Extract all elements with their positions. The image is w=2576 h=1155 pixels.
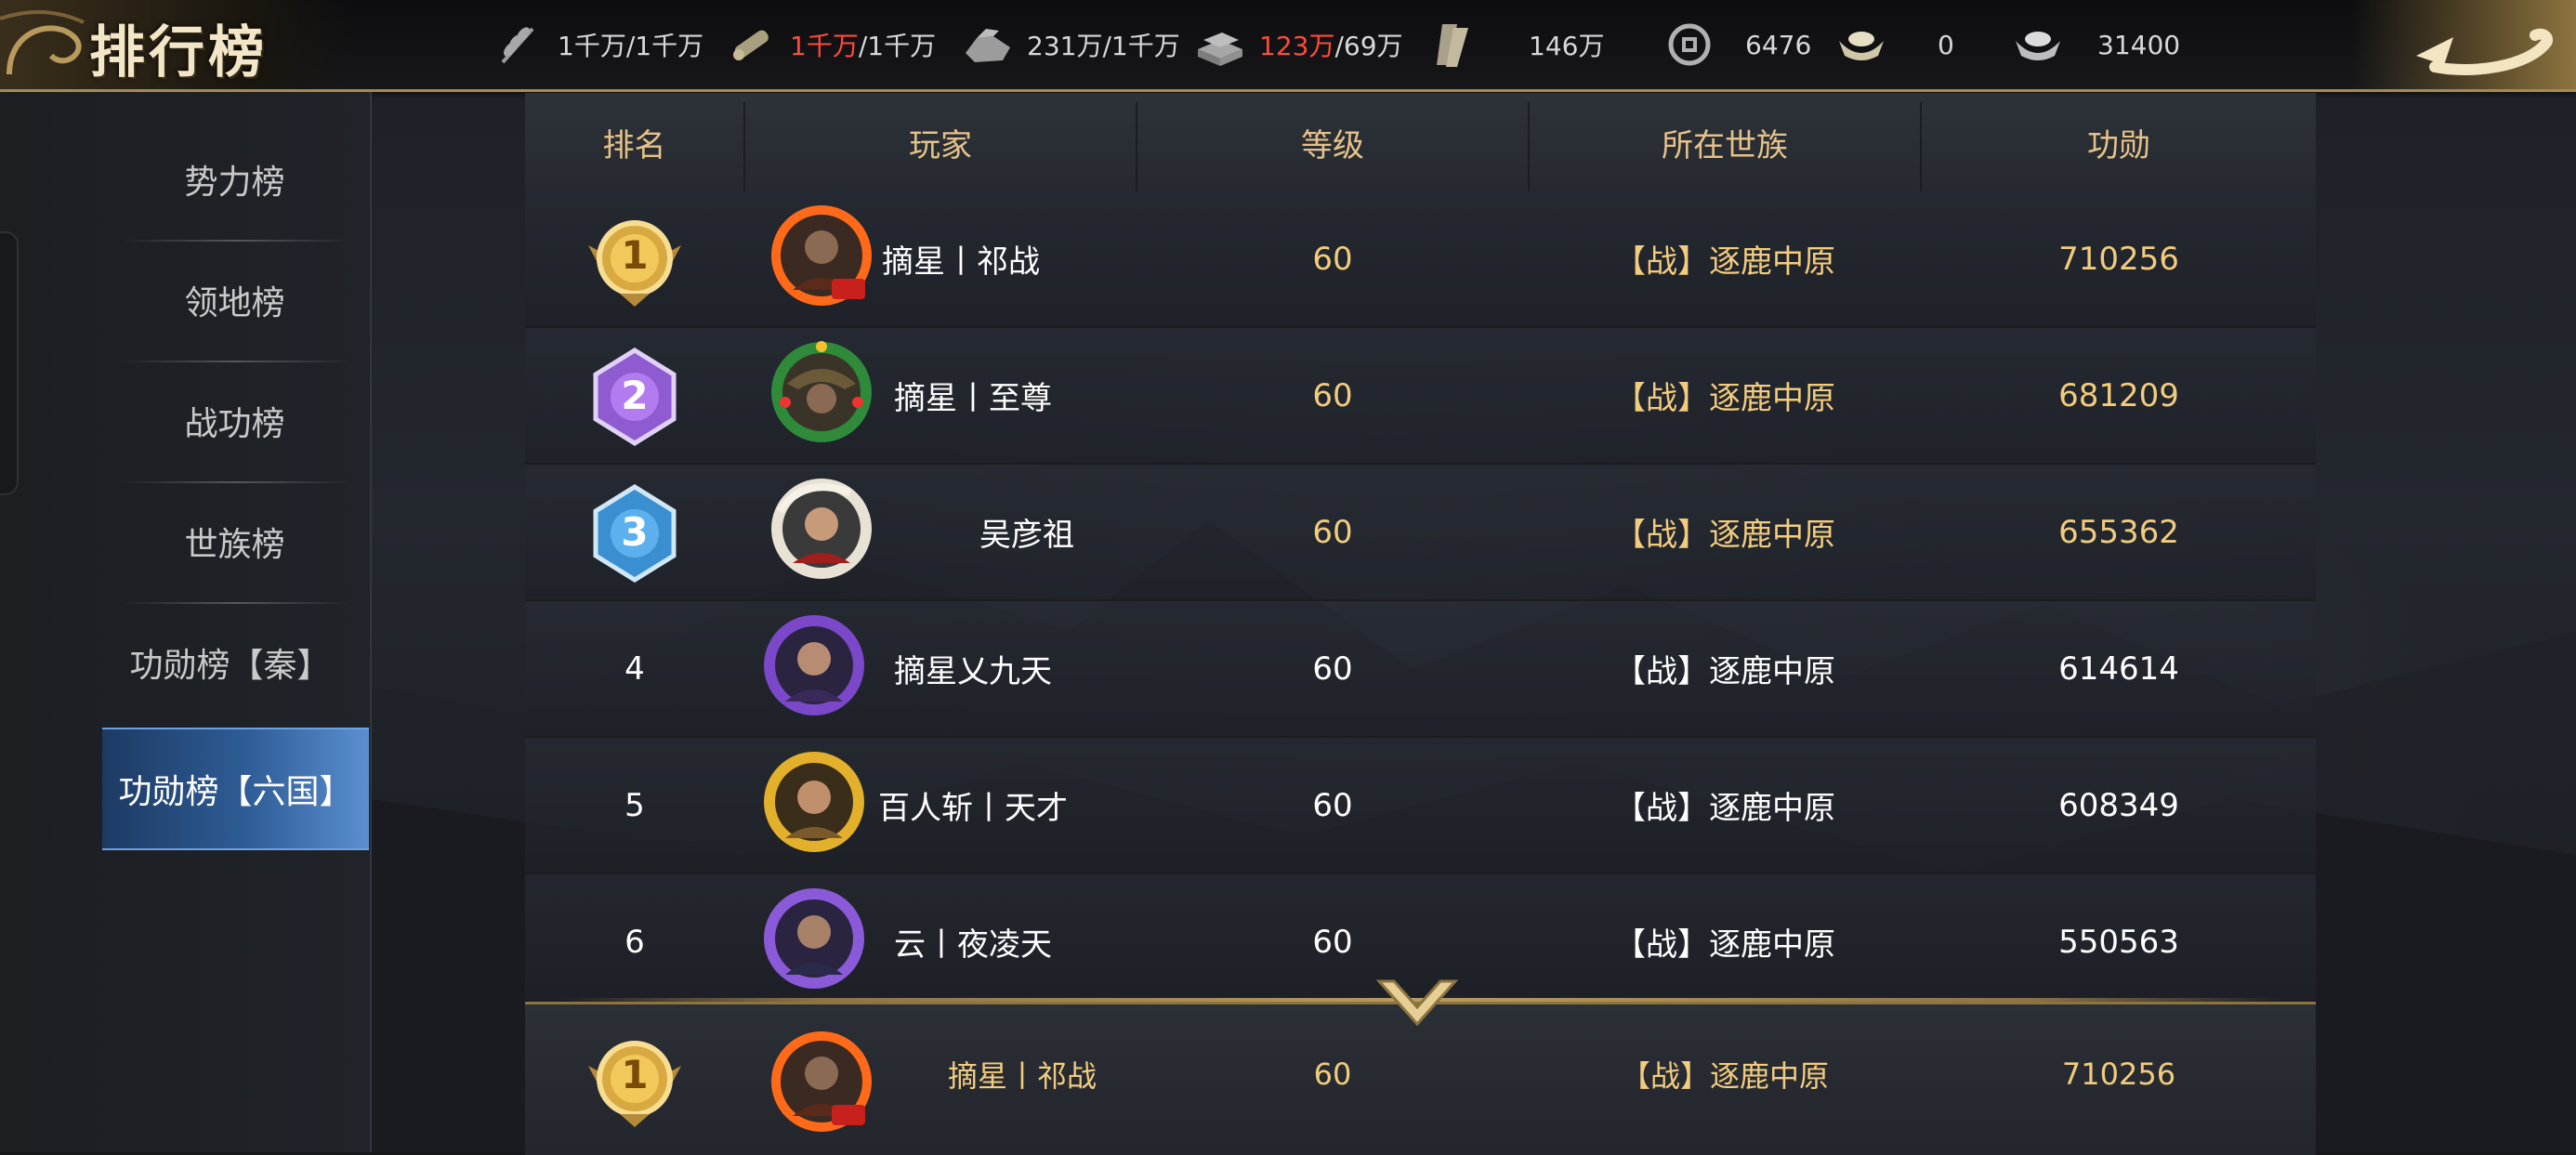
back-button[interactable]: [2351, 0, 2576, 89]
rank-number: 4: [624, 650, 645, 688]
red-fire-frame-avatar-icon[interactable]: [767, 201, 876, 310]
player-merit: 681209: [2058, 376, 2179, 414]
sidebar-item-label: 战功榜: [184, 405, 285, 443]
sidebar-item-clan-rank[interactable]: 世族榜: [102, 481, 367, 602]
resource-value: 0: [1938, 29, 1954, 60]
player-level: 60: [1312, 650, 1353, 688]
player-level: 60: [1313, 1057, 1352, 1092]
white-snake-frame-avatar-icon[interactable]: [767, 474, 876, 584]
player-name: 摘星丨至尊: [894, 380, 1052, 417]
player-clan: 【战】逐鹿中原: [1620, 1058, 1829, 1094]
table-row[interactable]: 1 摘星丨祁战 60 【战】逐鹿中原 710256: [525, 191, 2316, 328]
rank-number: 1: [621, 232, 649, 278]
player-name: 摘星丨祁战: [882, 243, 1040, 281]
resource-value: 31400: [2097, 29, 2181, 60]
player-name: 摘星丨祁战: [947, 1058, 1097, 1094]
column-header-player: 玩家: [909, 126, 972, 164]
silver-ingot-icon: [2012, 19, 2064, 71]
sidebar-item-merit-rank-qin[interactable]: 功勋榜【秦】: [102, 602, 358, 723]
coin-icon: [1663, 19, 1715, 71]
player-level: 60: [1312, 923, 1353, 961]
player-level: 60: [1312, 786, 1353, 824]
gold-ingot-icon: [1835, 19, 1887, 71]
column-header-rank: 排名: [602, 126, 666, 164]
player-clan: 【战】逐鹿中原: [1614, 926, 1835, 964]
resource-cap: /1千万: [858, 31, 937, 61]
table-row[interactable]: 2 摘星丨至尊 60 【战】逐鹿中原 681209: [525, 328, 2316, 465]
sidebar-item-power-rank[interactable]: 势力榜: [102, 119, 367, 240]
player-level: 60: [1312, 240, 1353, 278]
player-clan: 【战】逐鹿中原: [1614, 517, 1835, 554]
table-row[interactable]: 3 吴彦祖 60 【战】逐鹿中原 655362: [525, 465, 2316, 601]
back-arrow-icon: [2416, 28, 2553, 75]
player-name: 云丨夜凌天: [894, 926, 1052, 964]
sidebar-item-merit-rank-six-states[interactable]: 功勋榜【六国】: [102, 728, 369, 850]
player-merit: 608349: [2058, 786, 2179, 824]
player-clan: 【战】逐鹿中原: [1614, 790, 1835, 827]
chevron-down-icon[interactable]: [1375, 978, 1459, 1030]
iron-icon: [1194, 19, 1246, 71]
sidebar-item-label: 势力榜: [184, 164, 285, 202]
player-merit: 614614: [2058, 650, 2179, 688]
rank-number: 6: [624, 923, 645, 961]
table-row[interactable]: 4 摘星乂九天 60 【战】逐鹿中原 614614: [525, 601, 2316, 738]
title-plate: 排行榜: [0, 0, 353, 89]
red-fire-frame-avatar-icon[interactable]: [767, 1027, 876, 1136]
table-header: 排名 玩家 等级 所在世族 功勋: [525, 93, 2316, 191]
sidebar-item-battle-merit-rank[interactable]: 战功榜: [102, 361, 367, 481]
player-level: 60: [1312, 376, 1353, 414]
player-clan: 【战】逐鹿中原: [1614, 380, 1835, 417]
resource-value: 6476: [1745, 29, 1812, 60]
player-clan: 【战】逐鹿中原: [1614, 243, 1835, 281]
column-header-merit: 功勋: [2087, 126, 2150, 164]
column-header-level: 等级: [1301, 126, 1364, 164]
resource-iron[interactable]: 123万/69万: [1194, 17, 1403, 72]
player-clan: 【战】逐鹿中原: [1614, 653, 1835, 690]
rank-number: 2: [621, 373, 649, 418]
sidebar-item-label: 功勋榜【六国】: [118, 773, 353, 811]
player-merit: 710256: [2061, 1057, 2176, 1092]
wreath-frame-avatar-icon[interactable]: [767, 337, 876, 447]
sidebar-item-label: 功勋榜【秦】: [129, 647, 331, 685]
resource-silver-ingot[interactable]: 31400: [2012, 17, 2180, 72]
resource-value: 231万/1千万: [1027, 31, 1180, 61]
column-header-clan: 所在世族: [1662, 126, 1788, 164]
purple-flame-frame-avatar-icon[interactable]: [759, 610, 869, 720]
grain-icon: [493, 19, 545, 71]
player-name: 摘星乂九天: [894, 653, 1052, 690]
gold-frame-avatar-icon[interactable]: [759, 747, 869, 857]
resource-cap: /69万: [1334, 31, 1403, 61]
sidebar-item-territory-rank[interactable]: 领地榜: [102, 240, 367, 361]
resource-wood[interactable]: 1千万/1千万: [725, 17, 936, 72]
resource-stone[interactable]: 231万/1千万: [962, 17, 1180, 72]
page-title: 排行榜: [89, 20, 268, 85]
player-name: 吴彦祖: [979, 517, 1074, 554]
player-merit: 550563: [2058, 923, 2179, 961]
resource-value: 146万: [1529, 31, 1605, 61]
purple-flame-frame-avatar-icon[interactable]: [759, 884, 869, 993]
player-merit: 655362: [2058, 513, 2179, 551]
player-merit: 710256: [2058, 240, 2179, 278]
rank-number: 1: [621, 1051, 649, 1097]
top-bar: 排行榜 1千万/1千万 1千万/1千万 231万/1千万 123万/69万 14…: [0, 0, 2576, 92]
resource-value: 1千万/1千万: [558, 31, 704, 61]
scroll-icon: [1426, 19, 1479, 71]
player-level: 60: [1312, 513, 1353, 551]
resource-grain[interactable]: 1千万/1千万: [493, 17, 703, 72]
stone-icon: [962, 19, 1014, 71]
table-row[interactable]: 5 百人斩丨天才 60 【战】逐鹿中原 608349: [525, 738, 2316, 874]
wood-icon: [725, 19, 777, 71]
sidebar-item-label: 领地榜: [184, 284, 285, 322]
resource-value-warning: 123万: [1259, 31, 1335, 61]
rank-number: 3: [621, 509, 649, 555]
resource-value-warning: 1千万: [790, 31, 859, 61]
resource-gold-ingot[interactable]: 0: [1835, 17, 1954, 72]
sidebar-item-label: 世族榜: [184, 526, 285, 564]
rank-number: 5: [624, 786, 645, 824]
resource-coin[interactable]: 6476: [1663, 17, 1811, 72]
sidebar-edge-tab: [0, 231, 19, 495]
resource-scroll[interactable]: 146万: [1426, 17, 1604, 72]
player-name: 百人斩丨天才: [878, 790, 1068, 827]
